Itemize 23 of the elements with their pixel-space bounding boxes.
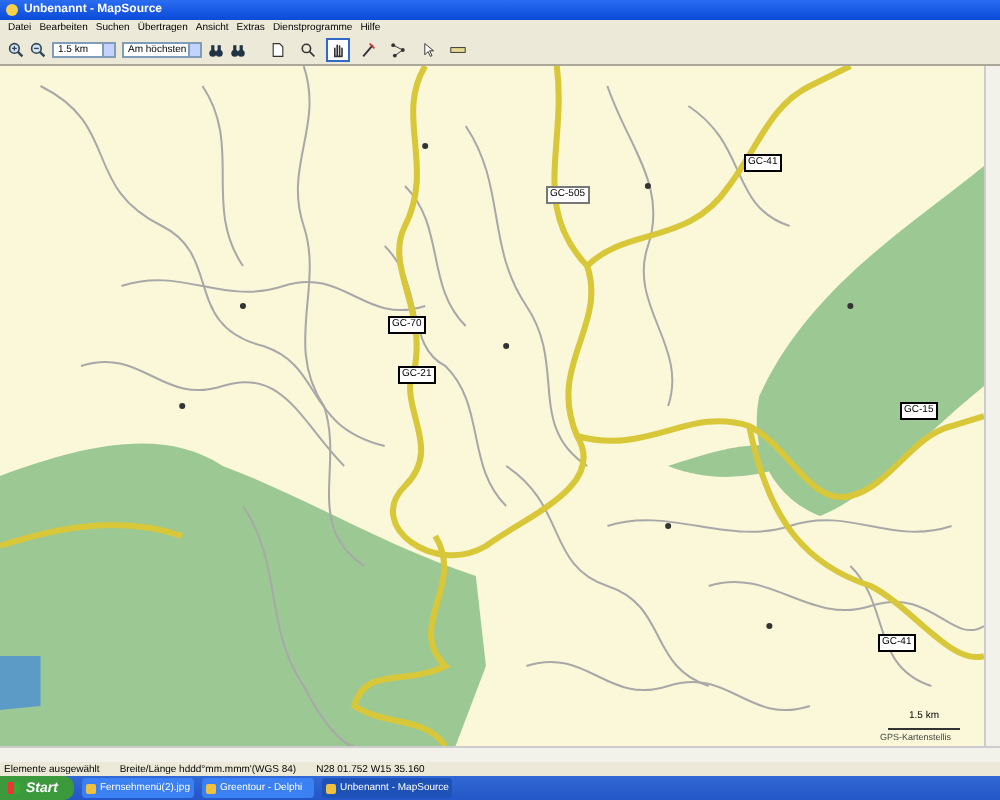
app-icon	[325, 783, 336, 793]
binoculars-icon[interactable]	[208, 42, 224, 58]
zoom-in-icon[interactable]	[8, 42, 24, 58]
binoculars-icon[interactable]	[230, 42, 246, 58]
zoom-tool-button[interactable]	[296, 38, 320, 62]
app-icon	[6, 4, 18, 16]
hand-icon	[330, 42, 346, 58]
pen-icon	[360, 42, 376, 58]
horizontal-scrollbar[interactable]	[0, 746, 1000, 762]
page-icon	[270, 42, 286, 58]
route-icon	[390, 42, 406, 58]
windows-logo-icon	[8, 782, 20, 794]
app-icon	[85, 783, 96, 793]
pointer-icon	[420, 42, 436, 58]
app-icon	[205, 783, 216, 793]
zoom-out-icon[interactable]	[30, 42, 46, 58]
caret-icon	[102, 44, 114, 56]
route-tool-button[interactable]	[386, 38, 410, 62]
ruler-icon	[450, 42, 466, 58]
caret-icon	[188, 44, 200, 56]
zoom-icon	[300, 42, 316, 58]
vertical-scrollbar[interactable]	[984, 66, 1000, 746]
hand-tool-button[interactable]	[326, 38, 350, 62]
